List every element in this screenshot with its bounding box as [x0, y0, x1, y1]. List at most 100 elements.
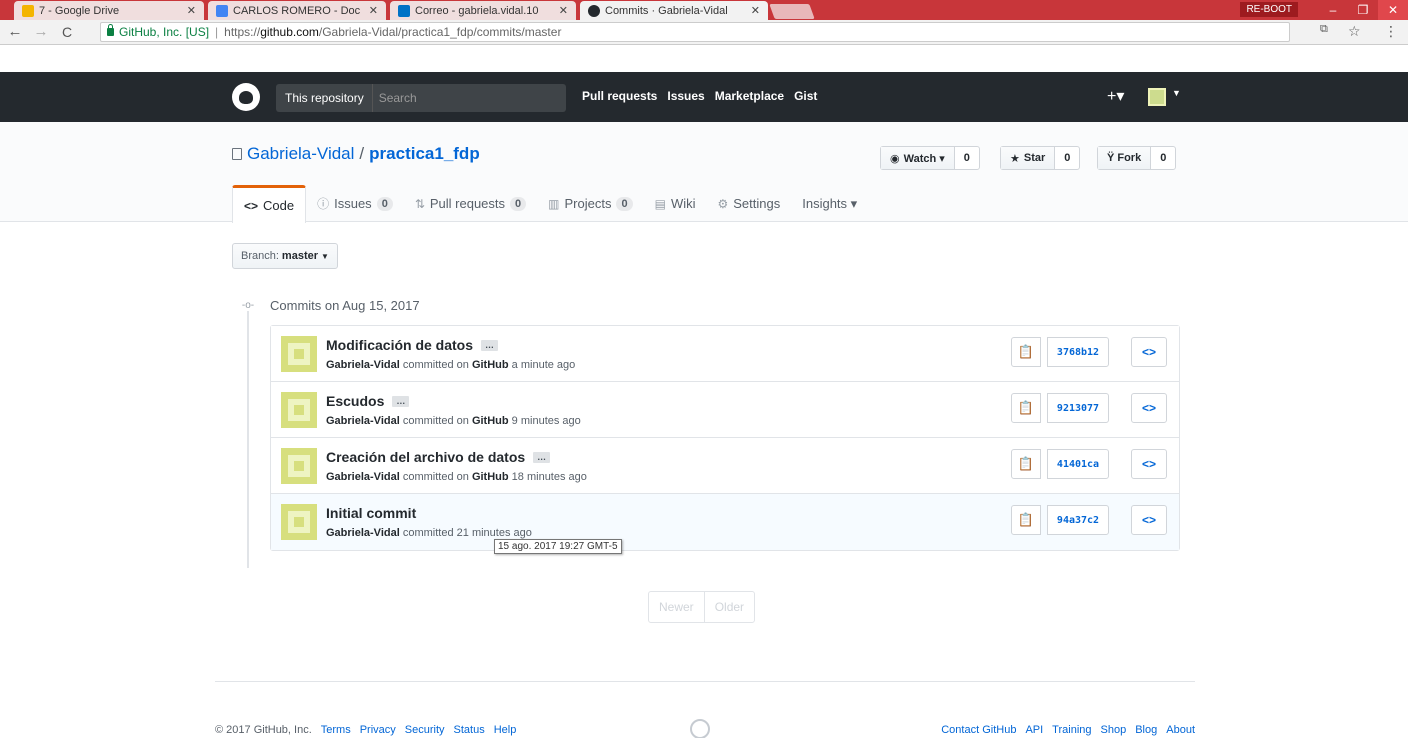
- commit-row: Creación del archivo de datos … Gabriela…: [271, 438, 1179, 494]
- nav-gist[interactable]: Gist: [794, 89, 817, 103]
- tab-settings[interactable]: ⚙ Settings: [706, 185, 791, 222]
- tab-wiki[interactable]: ▤ Wiki: [644, 185, 707, 222]
- footer-link-training[interactable]: Training: [1052, 724, 1091, 736]
- footer-link-privacy[interactable]: Privacy: [360, 724, 396, 736]
- browser-tab-active[interactable]: Commits · Gabriela-Vidal ✕: [580, 1, 768, 20]
- expand-ellipsis-button[interactable]: …: [392, 395, 410, 407]
- star-count[interactable]: 0: [1055, 147, 1079, 169]
- expand-ellipsis-button[interactable]: …: [481, 339, 499, 351]
- avatar[interactable]: [281, 336, 317, 372]
- footer-link-api[interactable]: API: [1025, 724, 1043, 736]
- eye-icon: ◉: [890, 152, 900, 165]
- avatar[interactable]: [281, 504, 317, 540]
- commit-author[interactable]: Gabriela-Vidal: [326, 415, 400, 427]
- footer-link-shop[interactable]: Shop: [1101, 724, 1127, 736]
- close-tab-icon[interactable]: ✕: [369, 4, 378, 17]
- new-tab-button[interactable]: [769, 4, 815, 19]
- commit-title-link[interactable]: Creación del archivo de datos: [326, 449, 525, 465]
- nav-issues[interactable]: Issues: [667, 89, 704, 103]
- footer-link-status[interactable]: Status: [454, 724, 485, 736]
- chevron-down-icon[interactable]: ▼: [1172, 88, 1181, 98]
- tab-insights[interactable]: Insights ▾: [791, 185, 868, 222]
- footer-link-blog[interactable]: Blog: [1135, 724, 1157, 736]
- commit-sha-link[interactable]: 9213077: [1047, 393, 1109, 423]
- tab-pull-requests[interactable]: ⇅ Pull requests 0: [404, 185, 537, 222]
- github-mark-icon[interactable]: [690, 719, 710, 738]
- branch-name: master: [281, 250, 318, 262]
- browse-files-button[interactable]: <>: [1131, 505, 1167, 535]
- gear-icon: ⚙: [717, 196, 729, 211]
- commit-sha-link[interactable]: 94a37c2: [1047, 505, 1109, 535]
- browser-tab[interactable]: 7 - Google Drive ✕: [14, 1, 204, 20]
- copy-sha-button[interactable]: 📋: [1011, 449, 1041, 479]
- commit-author[interactable]: Gabriela-Vidal: [326, 359, 400, 371]
- tab-label: Wiki: [670, 196, 696, 211]
- bookmark-star-icon[interactable]: ☆: [1348, 23, 1361, 40]
- tab-code[interactable]: <> Code: [232, 185, 307, 223]
- footer-link-terms[interactable]: Terms: [321, 724, 351, 736]
- chevron-down-icon: ▼: [321, 251, 329, 261]
- fork-button-group: Ÿ Fork 0: [1097, 146, 1177, 170]
- browse-files-button[interactable]: <>: [1131, 449, 1167, 479]
- repo-owner-link[interactable]: Gabriela-Vidal: [247, 144, 354, 164]
- nav-pull-requests[interactable]: Pull requests: [582, 89, 657, 103]
- footer-link-contact[interactable]: Contact GitHub: [941, 724, 1016, 736]
- copy-sha-button[interactable]: 📋: [1011, 393, 1041, 423]
- chrome-menu-icon[interactable]: ⋮: [1384, 23, 1398, 40]
- close-tab-icon[interactable]: ✕: [751, 4, 760, 17]
- star-button[interactable]: ★ Star: [1001, 147, 1056, 169]
- minimize-icon[interactable]: –: [1318, 0, 1348, 20]
- browser-tab[interactable]: Correo - gabriela.vidal.10 ✕: [390, 1, 576, 20]
- footer-link-security[interactable]: Security: [405, 724, 445, 736]
- commit-row: Initial commit Gabriela-Vidal committed …: [271, 494, 1179, 550]
- branch-select-button[interactable]: Branch: master ▼: [232, 243, 338, 269]
- commit-meta: Gabriela-Vidal committed on GitHub a min…: [326, 359, 575, 371]
- tab-projects[interactable]: ▥ Projects 0: [537, 185, 643, 222]
- footer-link-help[interactable]: Help: [494, 724, 517, 736]
- close-tab-icon[interactable]: ✕: [187, 4, 196, 17]
- commit-meta: Gabriela-Vidal committed on GitHub 9 min…: [326, 415, 581, 427]
- create-new-dropdown[interactable]: +▾: [1107, 86, 1124, 106]
- tab-issues[interactable]: ⓘ Issues 0: [306, 185, 404, 222]
- avatar[interactable]: [281, 448, 317, 484]
- profile-badge[interactable]: RE-BOOT: [1240, 2, 1298, 17]
- back-arrow-icon[interactable]: ←: [6, 23, 24, 41]
- tab-label: Pull requests: [429, 196, 506, 211]
- nav-marketplace[interactable]: Marketplace: [715, 89, 784, 103]
- search-input[interactable]: Search: [373, 91, 417, 105]
- commit-title-link[interactable]: Modificación de datos: [326, 337, 473, 353]
- commit-time: 9 minutes ago: [511, 415, 581, 427]
- copy-sha-button[interactable]: 📋: [1011, 337, 1041, 367]
- avatar[interactable]: [281, 392, 317, 428]
- close-tab-icon[interactable]: ✕: [559, 4, 568, 17]
- commit-sha-link[interactable]: 3768b12: [1047, 337, 1109, 367]
- browser-tab[interactable]: CARLOS ROMERO - Doc ✕: [208, 1, 386, 20]
- copy-sha-button[interactable]: 📋: [1011, 505, 1041, 535]
- user-avatar[interactable]: [1148, 88, 1166, 106]
- github-logo-icon[interactable]: [232, 83, 260, 111]
- newer-button[interactable]: Newer: [649, 592, 704, 622]
- forward-arrow-icon[interactable]: →: [32, 23, 50, 41]
- watch-count[interactable]: 0: [955, 147, 979, 169]
- commit-title-link[interactable]: Initial commit: [326, 505, 416, 521]
- commit-author[interactable]: Gabriela-Vidal: [326, 527, 400, 539]
- restore-icon[interactable]: ❐: [1348, 0, 1378, 20]
- footer-link-about[interactable]: About: [1166, 724, 1195, 736]
- fork-button[interactable]: Ÿ Fork: [1098, 147, 1152, 169]
- commit-title-link[interactable]: Escudos: [326, 393, 384, 409]
- expand-ellipsis-button[interactable]: …: [533, 451, 551, 463]
- fork-count[interactable]: 0: [1151, 147, 1175, 169]
- url-field[interactable]: GitHub, Inc. [US] | https://github.com/G…: [100, 22, 1290, 42]
- translate-icon[interactable]: ⧉: [1320, 23, 1328, 36]
- watch-button[interactable]: ◉ Watch ▾: [881, 147, 955, 169]
- browse-files-button[interactable]: <>: [1131, 393, 1167, 423]
- browse-files-button[interactable]: <>: [1131, 337, 1167, 367]
- repo-name-link[interactable]: practica1_fdp: [369, 144, 480, 164]
- search-box[interactable]: This repository Search: [276, 84, 566, 112]
- commit-author[interactable]: Gabriela-Vidal: [326, 471, 400, 483]
- reload-icon[interactable]: C: [58, 23, 76, 41]
- secure-indicator[interactable]: GitHub, Inc. [US]: [107, 24, 209, 39]
- commit-sha-link[interactable]: 41401ca: [1047, 449, 1109, 479]
- close-window-icon[interactable]: ✕: [1378, 0, 1408, 20]
- older-button[interactable]: Older: [703, 592, 754, 622]
